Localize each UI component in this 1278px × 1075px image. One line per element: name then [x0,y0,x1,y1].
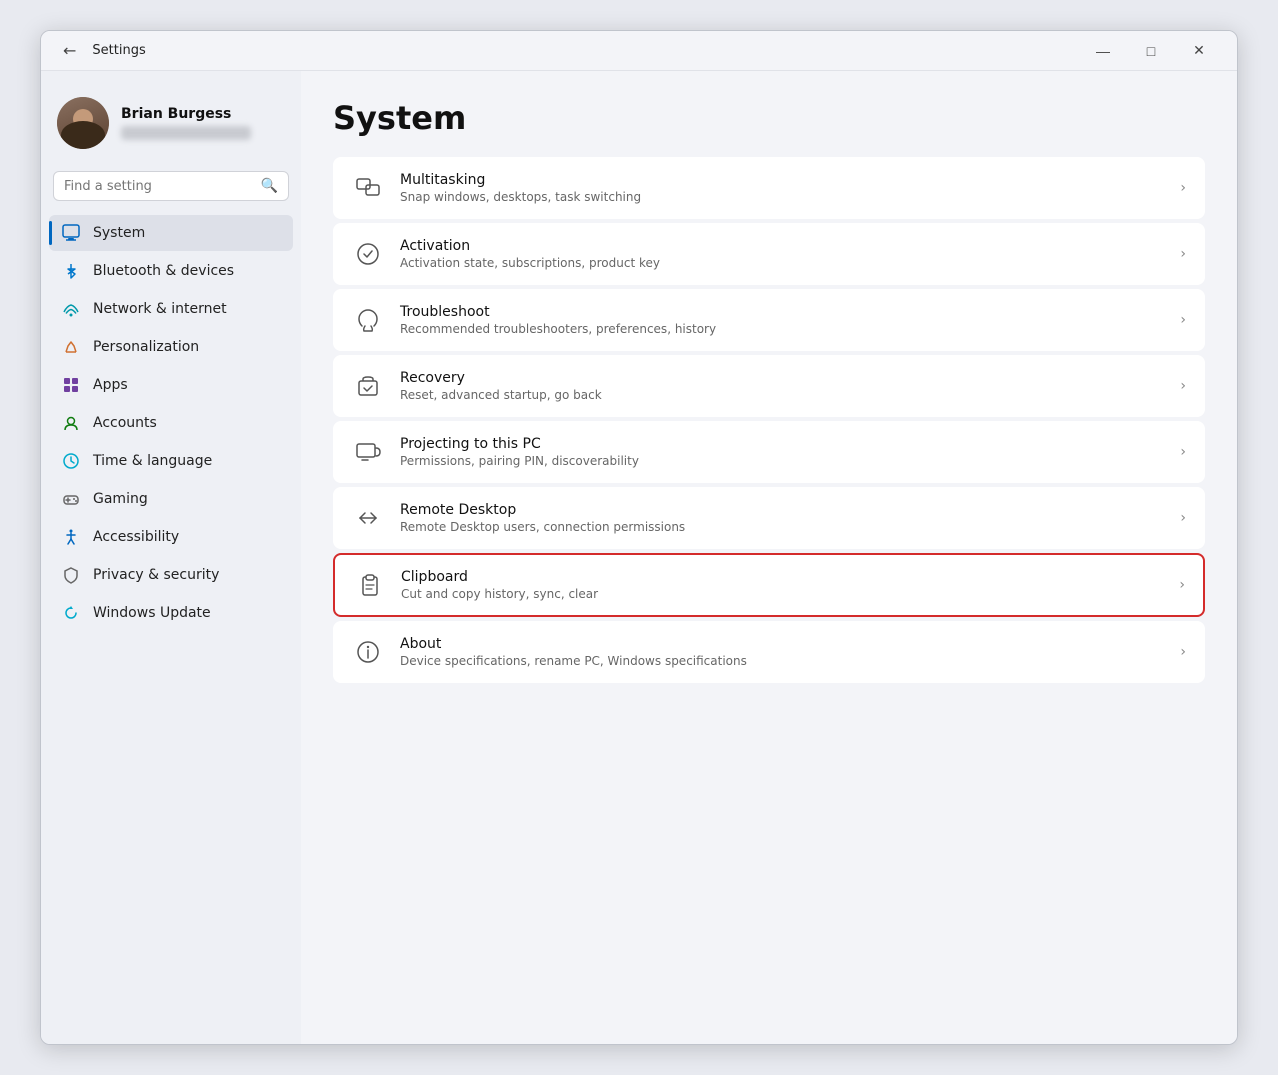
sidebar-label-bluetooth: Bluetooth & devices [93,263,234,279]
chevron-icon: › [1180,312,1186,328]
chevron-icon: › [1180,378,1186,394]
bluetooth-icon [61,261,81,281]
sidebar-item-accessibility[interactable]: Accessibility [49,519,293,555]
search-icon: 🔍 [261,178,278,194]
setting-multitasking[interactable]: Multitasking Snap windows, desktops, tas… [333,157,1205,219]
chevron-icon: › [1180,510,1186,526]
sidebar-label-personalization: Personalization [93,339,199,355]
maximize-button[interactable]: □ [1129,35,1173,67]
recovery-icon [352,370,384,402]
about-icon [352,636,384,668]
sidebar-label-time: Time & language [93,453,212,469]
multitasking-icon [352,172,384,204]
privacy-icon [61,565,81,585]
gaming-icon [61,489,81,509]
window-controls: — □ ✕ [1081,35,1221,67]
recovery-desc: Reset, advanced startup, go back [400,388,1164,402]
remote-desktop-icon [352,502,384,534]
back-icon[interactable]: ← [57,37,82,64]
activation-desc: Activation state, subscriptions, product… [400,256,1164,270]
projecting-desc: Permissions, pairing PIN, discoverabilit… [400,454,1164,468]
sidebar-item-gaming[interactable]: Gaming [49,481,293,517]
activation-title: Activation [400,238,1164,254]
settings-window: ← Settings — □ ✕ Brian Burgess [40,30,1238,1045]
content-area: Brian Burgess 🔍 System [41,71,1237,1044]
setting-clipboard[interactable]: Clipboard Cut and copy history, sync, cl… [333,553,1205,617]
main-content: System Multitasking Snap windows, deskto… [301,71,1237,1044]
network-icon [61,299,81,319]
sidebar-label-privacy: Privacy & security [93,567,219,583]
sidebar-item-apps[interactable]: Apps [49,367,293,403]
about-title: About [400,636,1164,652]
multitasking-title: Multitasking [400,172,1164,188]
apps-icon [61,375,81,395]
troubleshoot-title: Troubleshoot [400,304,1164,320]
sidebar-item-bluetooth[interactable]: Bluetooth & devices [49,253,293,289]
minimize-button[interactable]: — [1081,35,1125,67]
sidebar-item-privacy[interactable]: Privacy & security [49,557,293,593]
accessibility-icon [61,527,81,547]
sidebar-label-accounts: Accounts [93,415,157,431]
avatar [57,97,109,149]
chevron-icon: › [1180,444,1186,460]
clipboard-desc: Cut and copy history, sync, clear [401,587,1163,601]
sidebar-item-network[interactable]: Network & internet [49,291,293,327]
clipboard-icon [353,569,385,601]
chevron-icon: › [1180,180,1186,196]
system-icon [61,223,81,243]
sidebar-label-update: Windows Update [93,605,211,621]
sidebar-item-personalization[interactable]: Personalization [49,329,293,365]
window-title: Settings [92,43,145,58]
user-name: Brian Burgess [121,106,285,122]
projecting-title: Projecting to this PC [400,436,1164,452]
setting-about[interactable]: About Device specifications, rename PC, … [333,621,1205,683]
sidebar-label-system: System [93,225,145,241]
troubleshoot-icon [352,304,384,336]
activation-icon [352,238,384,270]
sidebar-label-gaming: Gaming [93,491,148,507]
chevron-icon: › [1180,246,1186,262]
setting-troubleshoot[interactable]: Troubleshoot Recommended troubleshooters… [333,289,1205,351]
setting-activation[interactable]: Activation Activation state, subscriptio… [333,223,1205,285]
multitasking-desc: Snap windows, desktops, task switching [400,190,1164,204]
sidebar-label-network: Network & internet [93,301,227,317]
chevron-icon: › [1179,577,1185,593]
about-desc: Device specifications, rename PC, Window… [400,654,1164,668]
sidebar-label-apps: Apps [93,377,128,393]
search-box[interactable]: 🔍 [53,171,289,201]
sidebar-item-accounts[interactable]: Accounts [49,405,293,441]
troubleshoot-desc: Recommended troubleshooters, preferences… [400,322,1164,336]
recovery-title: Recovery [400,370,1164,386]
chevron-icon: › [1180,644,1186,660]
sidebar-item-update[interactable]: Windows Update [49,595,293,631]
settings-list: Multitasking Snap windows, desktops, tas… [333,157,1205,683]
titlebar: ← Settings — □ ✕ [41,31,1237,71]
remote-desktop-desc: Remote Desktop users, connection permiss… [400,520,1164,534]
search-input[interactable] [64,179,253,194]
sidebar: Brian Burgess 🔍 System [41,71,301,1044]
time-icon [61,451,81,471]
user-email [121,126,251,140]
update-icon [61,603,81,623]
user-profile: Brian Burgess [49,87,293,165]
sidebar-item-system[interactable]: System [49,215,293,251]
clipboard-title: Clipboard [401,569,1163,585]
page-title: System [333,99,1205,137]
sidebar-item-time[interactable]: Time & language [49,443,293,479]
accounts-icon [61,413,81,433]
close-button[interactable]: ✕ [1177,35,1221,67]
setting-recovery[interactable]: Recovery Reset, advanced startup, go bac… [333,355,1205,417]
projecting-icon [352,436,384,468]
remote-desktop-title: Remote Desktop [400,502,1164,518]
setting-remote-desktop[interactable]: Remote Desktop Remote Desktop users, con… [333,487,1205,549]
sidebar-label-accessibility: Accessibility [93,529,179,545]
setting-projecting[interactable]: Projecting to this PC Permissions, pairi… [333,421,1205,483]
personalization-icon [61,337,81,357]
